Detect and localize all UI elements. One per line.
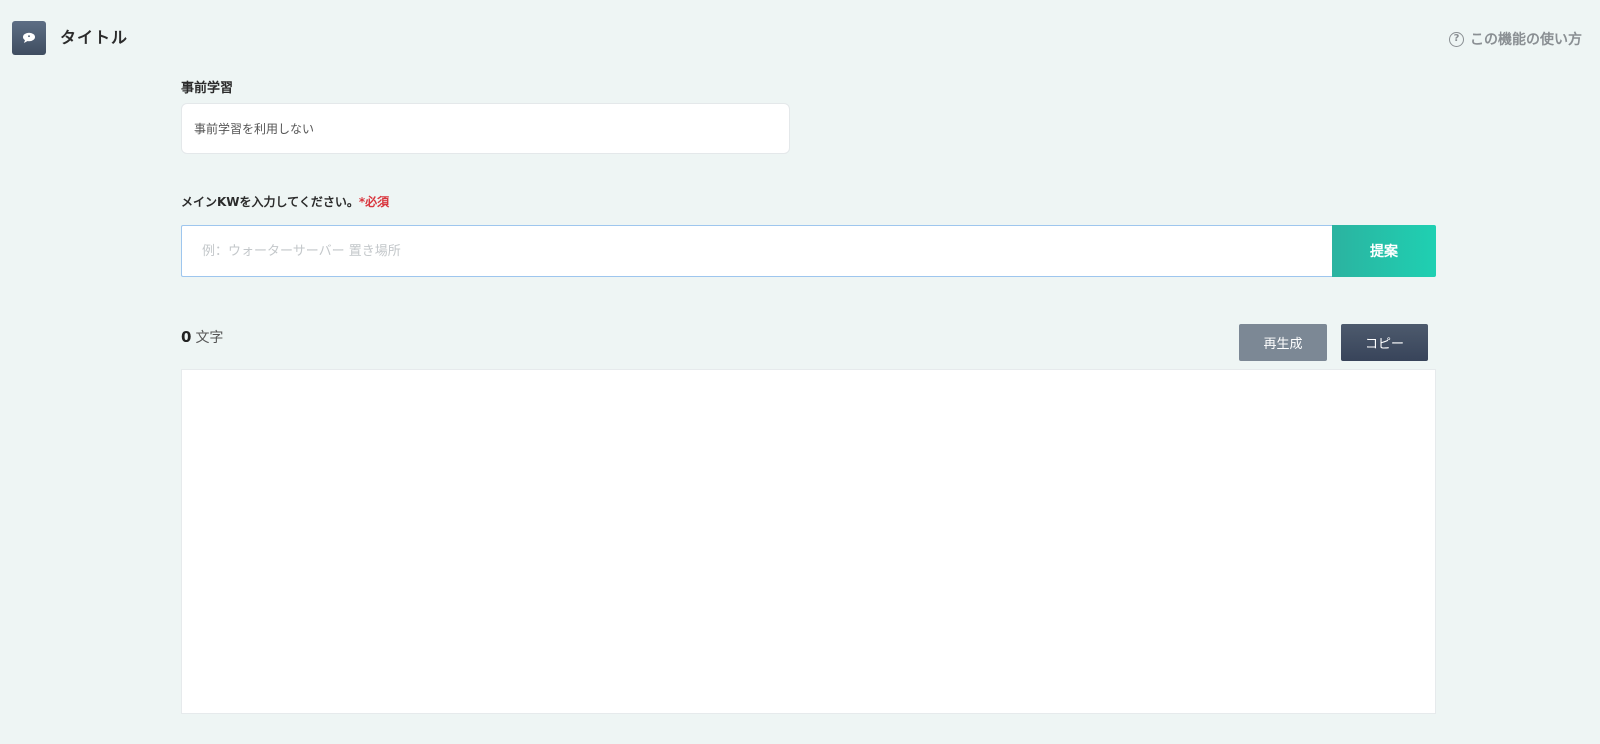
main-keyword-input[interactable] xyxy=(181,225,1332,277)
pretraining-label: 事前学習 xyxy=(181,81,234,96)
speech-bubble-icon xyxy=(23,32,35,43)
char-count-value: 0 xyxy=(181,328,192,346)
regenerate-button[interactable]: 再生成 xyxy=(1239,324,1327,361)
keyword-label-text: メインKWを入力してください。 xyxy=(181,195,359,209)
char-count: 0 文字 xyxy=(181,327,223,347)
app-header-icon xyxy=(12,21,46,55)
copy-button[interactable]: コピー xyxy=(1341,324,1428,361)
keyword-label: メインKWを入力してください。*必須 xyxy=(181,193,389,210)
help-link-label: この機能の使い方 xyxy=(1470,32,1582,48)
suggest-button[interactable]: 提案 xyxy=(1332,225,1436,277)
pretraining-selected-value: 事前学習を利用しない xyxy=(194,122,315,136)
pretraining-select[interactable]: 事前学習を利用しない xyxy=(181,103,790,154)
page-title: タイトル xyxy=(60,28,129,47)
output-textarea[interactable] xyxy=(181,369,1436,714)
help-link[interactable]: ? この機能の使い方 xyxy=(1449,29,1582,49)
char-count-unit: 文字 xyxy=(195,330,224,346)
question-circle-icon: ? xyxy=(1449,31,1464,47)
required-mark: *必須 xyxy=(358,195,390,209)
